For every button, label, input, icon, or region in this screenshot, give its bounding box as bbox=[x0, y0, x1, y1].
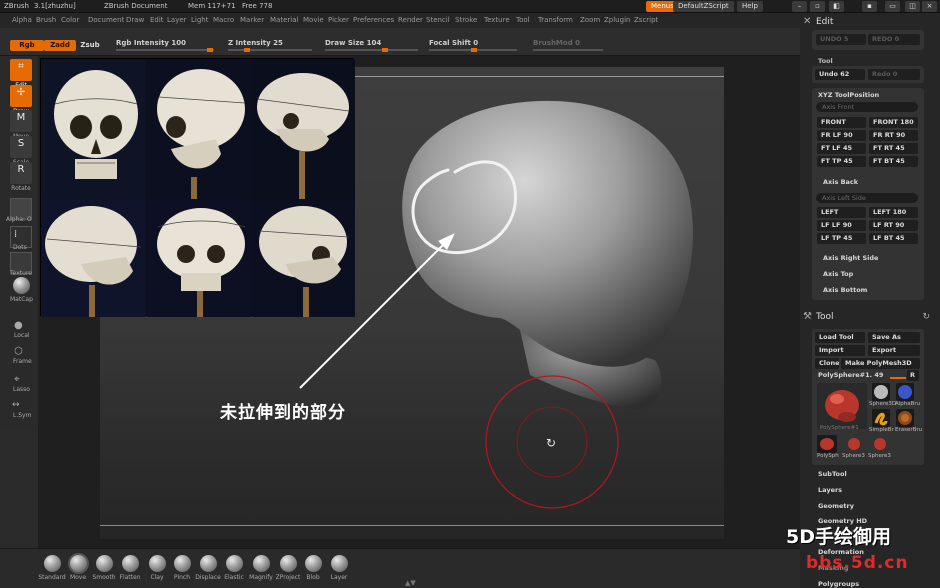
skull-photo-6 bbox=[252, 199, 355, 317]
polygroups-section[interactable]: Polygroups bbox=[818, 580, 859, 588]
tool-thumb-sphere3-a[interactable] bbox=[844, 435, 864, 453]
edit-palette-header[interactable]: ✕ Edit bbox=[800, 14, 940, 30]
tool-thumb-polysphere[interactable] bbox=[817, 383, 867, 429]
axis-left-side-header[interactable]: Axis Left Side bbox=[816, 193, 918, 203]
skull-photo-1 bbox=[41, 59, 146, 199]
tool-thumb-simplebrush[interactable] bbox=[872, 409, 890, 427]
shelf-toggle-icon[interactable]: ▲▼ bbox=[405, 579, 416, 587]
tool-thumb-alphabrush[interactable] bbox=[896, 383, 914, 401]
tool-size-indicator bbox=[890, 377, 906, 379]
skull-reference-photos bbox=[41, 59, 355, 317]
load-tool-button[interactable]: Load Tool bbox=[815, 332, 865, 343]
skull-photo-4 bbox=[41, 199, 146, 317]
axis-front-header[interactable]: Axis Front bbox=[816, 102, 918, 112]
clone-button[interactable]: Clone bbox=[815, 358, 839, 369]
skull-photo-3 bbox=[252, 59, 355, 199]
axis-top-button[interactable]: Axis Top bbox=[823, 270, 853, 278]
lf-lf-90-button[interactable]: LF LF 90 bbox=[817, 220, 866, 231]
tool-thumb-polysphere-small[interactable] bbox=[817, 435, 837, 453]
skull-photo-5 bbox=[147, 199, 251, 317]
edit-undo-box: UNDO 5 REDO 0 bbox=[812, 30, 924, 50]
skull-sculpt[interactable] bbox=[402, 100, 693, 410]
redo-disabled-button[interactable]: REDO 0 bbox=[868, 34, 920, 45]
fr-rt-90-button[interactable]: FR RT 90 bbox=[869, 130, 918, 141]
import-button[interactable]: Import bbox=[815, 345, 865, 356]
annotation-label: 未拉伸到的部分 bbox=[220, 403, 346, 423]
axis-back-button[interactable]: Axis Back bbox=[823, 178, 858, 186]
tool-thumb-sphere3d[interactable] bbox=[872, 383, 890, 401]
front-180-button[interactable]: FRONT 180 bbox=[869, 117, 918, 128]
brush-shelf: Standard Move Smooth Flatten Clay Pinch … bbox=[0, 548, 800, 588]
watermark-url: bbs.5d.cn bbox=[806, 553, 909, 573]
export-button[interactable]: Export bbox=[868, 345, 920, 356]
make-polymesh3d-button[interactable]: Make PolyMesh3D bbox=[841, 358, 920, 369]
tool-undo-box: Undo 62 Redo 0 bbox=[812, 66, 924, 83]
front-button[interactable]: FRONT bbox=[817, 117, 866, 128]
rotate-cursor-icon: ↻ bbox=[546, 436, 556, 450]
left-180-button[interactable]: LEFT 180 bbox=[869, 207, 918, 218]
left-button[interactable]: LEFT bbox=[817, 207, 866, 218]
refresh-icon[interactable]: ↻ bbox=[922, 312, 930, 322]
fr-lf-90-button[interactable]: FR LF 90 bbox=[817, 130, 866, 141]
lf-tp-45-button[interactable]: LF TP 45 bbox=[817, 233, 866, 244]
tool-thumb-sphere3-b[interactable] bbox=[870, 435, 890, 453]
xyz-toolposition-box: XYZ ToolPosition Axis Front FRONT FRONT … bbox=[812, 88, 924, 300]
ft-tp-45-button[interactable]: FT TP 45 bbox=[817, 156, 866, 167]
watermark-title: 5D手绘御用 bbox=[786, 526, 891, 548]
ft-bt-45-button[interactable]: FT BT 45 bbox=[869, 156, 918, 167]
close-palette-icon[interactable]: ✕ bbox=[803, 16, 811, 27]
save-as-button[interactable]: Save As bbox=[868, 332, 920, 343]
ft-rt-45-button[interactable]: FT RT 45 bbox=[869, 143, 918, 154]
current-tool-name: PolySphere#1. 49 bbox=[818, 371, 884, 379]
geometry-section[interactable]: Geometry bbox=[818, 502, 854, 510]
skull-photo-2 bbox=[147, 59, 251, 199]
redo-button[interactable]: Redo 0 bbox=[868, 69, 920, 80]
brush-layer[interactable]: Layer bbox=[327, 555, 351, 581]
tool-palette-box: Load Tool Save As Import Export Clone Ma… bbox=[812, 329, 924, 465]
axis-right-side-button[interactable]: Axis Right Side bbox=[823, 254, 878, 262]
undo-disabled-button[interactable]: UNDO 5 bbox=[816, 34, 866, 45]
undo-button[interactable]: Undo 62 bbox=[815, 69, 865, 80]
layers-section[interactable]: Layers bbox=[818, 486, 842, 494]
tool-thumb-eraserbrush[interactable] bbox=[896, 409, 914, 427]
ft-lf-45-button[interactable]: FT LF 45 bbox=[817, 143, 866, 154]
reference-photo-collage bbox=[40, 58, 355, 317]
tool-palette-icon: ⚒ bbox=[803, 311, 812, 322]
subtool-section[interactable]: SubTool bbox=[818, 470, 847, 478]
axis-bottom-button[interactable]: Axis Bottom bbox=[823, 286, 867, 294]
r-button[interactable]: R bbox=[907, 370, 919, 381]
lf-bt-45-button[interactable]: LF BT 45 bbox=[869, 233, 918, 244]
lf-rt-90-button[interactable]: LF RT 90 bbox=[869, 220, 918, 231]
tool-palette-header[interactable]: ⚒ Tool ↻ bbox=[800, 309, 940, 325]
xyz-toolposition-title: XYZ ToolPosition bbox=[818, 91, 880, 99]
tool-history-label: Tool bbox=[818, 57, 833, 65]
